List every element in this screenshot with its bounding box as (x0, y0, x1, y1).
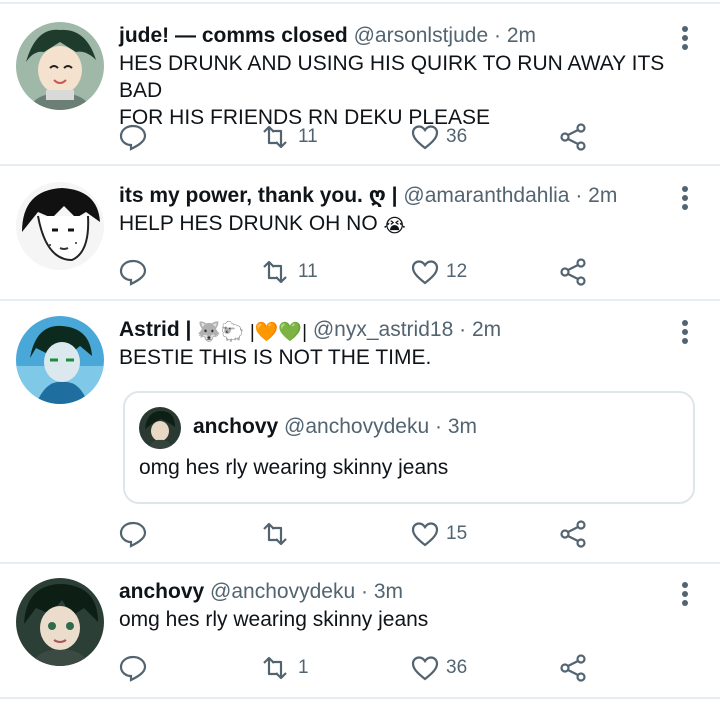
divider (0, 697, 720, 699)
share-button[interactable] (558, 650, 588, 686)
share-icon (560, 520, 586, 548)
heart-icon (411, 656, 439, 681)
avatar[interactable] (16, 22, 104, 110)
separator-dot: · (459, 318, 467, 341)
like-count: 15 (446, 523, 468, 544)
separator-dot: · (360, 580, 368, 603)
share-icon (560, 123, 586, 151)
display-name[interactable]: anchovy (119, 580, 204, 603)
divider (0, 2, 720, 4)
retweet-icon (263, 656, 287, 680)
display-name[interactable]: jude! — comms closed (119, 24, 348, 47)
separator-dot: · (434, 415, 442, 438)
share-button[interactable] (558, 119, 588, 155)
tweet-text-content: HELP HES DRUNK OH NO (119, 212, 378, 235)
handle[interactable]: @amaranthdahlia (403, 184, 569, 207)
divider (0, 562, 720, 564)
quote-handle[interactable]: @anchovydeku (284, 415, 429, 438)
heart-icon (411, 125, 439, 150)
quote-text: omg hes rly wearing skinny jeans (139, 456, 449, 479)
handle[interactable]: @arsonlstjude (354, 24, 489, 47)
share-icon (560, 654, 586, 682)
retweet-button[interactable] (258, 516, 298, 552)
like-button[interactable]: 12 (410, 254, 467, 290)
reply-button[interactable] (118, 119, 148, 155)
quote-avatar[interactable] (139, 407, 181, 449)
retweet-button[interactable]: 11 (258, 119, 318, 155)
divider (0, 299, 720, 301)
like-count: 12 (446, 261, 468, 282)
crying-emoji: 😭 (383, 216, 406, 237)
share-button[interactable] (558, 254, 588, 290)
divider (0, 164, 720, 166)
avatar[interactable] (16, 182, 104, 270)
retweet-icon (263, 260, 287, 284)
retweet-button[interactable]: 1 (258, 650, 309, 686)
heart-icon (411, 260, 439, 285)
quoted-tweet[interactable]: anchovy @anchovydeku · 3m omg hes rly we… (123, 391, 695, 504)
quote-display-name[interactable]: anchovy (193, 415, 278, 438)
heart-icon (411, 522, 439, 547)
display-name[interactable]: its my power, thank you. ღ | (119, 184, 398, 207)
separator-dot: · (575, 184, 583, 207)
avatar[interactable] (16, 316, 104, 404)
retweet-count: 11 (298, 126, 318, 147)
display-name[interactable]: Astrid | (119, 318, 191, 341)
retweet-icon (263, 522, 287, 546)
separator-dot: · (493, 24, 501, 47)
quote-timestamp[interactable]: 3m (448, 415, 477, 438)
tweet-text: HELP HES DRUNK OH NO 😭 (119, 210, 699, 240)
reply-icon (119, 655, 147, 682)
share-icon (560, 258, 586, 286)
like-count: 36 (446, 126, 468, 147)
retweet-button[interactable]: 11 (258, 254, 318, 290)
tweet-feed: jude! — comms closed @arsonlstjude · 2m … (0, 0, 720, 701)
retweet-count: 11 (298, 261, 318, 282)
timestamp[interactable]: 3m (374, 580, 403, 603)
like-button[interactable]: 15 (410, 516, 467, 552)
like-count: 36 (446, 657, 468, 678)
tweet[interactable]: anchovy @anchovydeku · 3m omg hes rly we… (0, 578, 720, 688)
reply-icon (119, 259, 147, 286)
retweet-icon (263, 125, 287, 149)
reply-button[interactable] (118, 650, 148, 686)
share-button[interactable] (558, 516, 588, 552)
reply-icon (119, 521, 147, 548)
handle[interactable]: @anchovydeku (210, 580, 355, 603)
tweet[interactable]: its my power, thank you. ღ | @amaranthda… (0, 182, 720, 297)
like-button[interactable]: 36 (410, 119, 467, 155)
handle[interactable]: @nyx_astrid18 (313, 318, 453, 341)
timestamp[interactable]: 2m (507, 24, 536, 47)
tweet-text: BESTIE THIS IS NOT THE TIME. (119, 346, 432, 369)
retweet-count: 1 (298, 657, 309, 678)
tweet[interactable]: jude! — comms closed @arsonlstjude · 2m … (0, 22, 720, 162)
reply-button[interactable] (118, 516, 148, 552)
like-button[interactable]: 36 (410, 650, 467, 686)
reply-button[interactable] (118, 254, 148, 290)
timestamp[interactable]: 2m (588, 184, 617, 207)
tweet-text: omg hes rly wearing skinny jeans (119, 608, 429, 631)
avatar[interactable] (16, 578, 104, 666)
reply-icon (119, 124, 147, 151)
name-emojis: 🐺🐑 |🧡💚| (197, 322, 308, 343)
timestamp[interactable]: 2m (472, 318, 501, 341)
